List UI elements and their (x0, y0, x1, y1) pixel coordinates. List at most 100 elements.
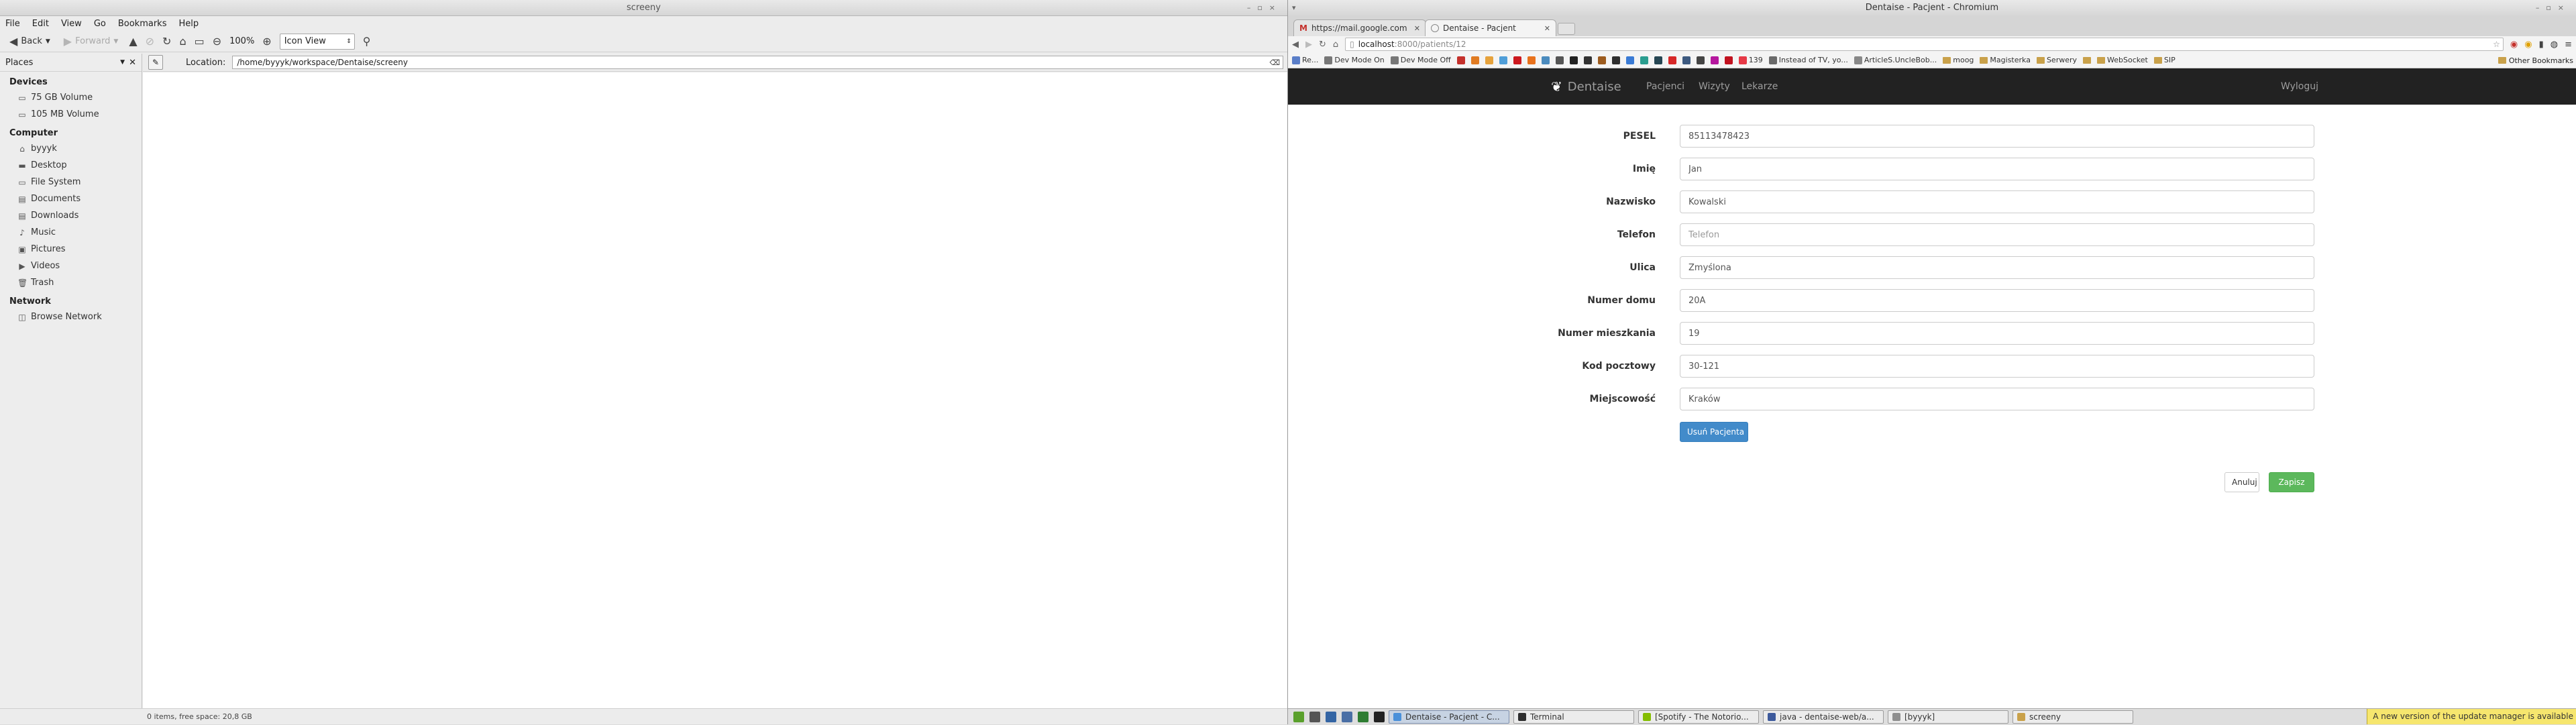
menu-view[interactable]: View (61, 19, 82, 29)
menu-edit[interactable]: Edit (32, 19, 49, 29)
menu-icon[interactable]: ≡ (2565, 40, 2572, 50)
window-controls[interactable]: –▫× (2536, 0, 2571, 16)
window-menu-icon[interactable]: ▾ (1292, 0, 1296, 16)
menu-go[interactable]: Go (94, 19, 106, 29)
chevron-down-icon[interactable]: ▼ (113, 38, 118, 45)
launcher-icon[interactable] (1342, 711, 1352, 722)
bookmark-item[interactable] (1541, 56, 1550, 64)
taskbar-window-button[interactable]: screeny (2012, 710, 2133, 724)
bookmark-folder[interactable]: Magisterka (1980, 56, 2031, 64)
view-mode-select[interactable]: Icon View ⇕ (279, 33, 355, 50)
save-button[interactable]: Zapisz (2269, 472, 2314, 492)
sidebar-item-music[interactable]: ♪ Music (0, 224, 142, 241)
bookmark-item[interactable] (1611, 56, 1620, 64)
taskbar-window-button[interactable]: Terminal (1513, 710, 1634, 724)
launcher-icon[interactable] (1293, 711, 1304, 722)
launcher-icon[interactable] (1309, 711, 1320, 722)
sidebar-item-pictures[interactable]: ▣ Pictures (0, 241, 142, 258)
nav-link-lekarze[interactable]: Lekarze (1741, 68, 1778, 105)
bookmark-item[interactable] (1499, 56, 1507, 64)
bookmark-item[interactable] (1625, 56, 1634, 64)
delete-patient-button[interactable]: Usuń Pacjenta (1680, 422, 1748, 442)
stop-icon[interactable]: ⊘ (146, 35, 154, 48)
taskbar-window-button[interactable]: java - dentaise-web/a... (1763, 710, 1884, 724)
bookmark-item[interactable] (1485, 56, 1493, 64)
file-view-area[interactable] (143, 72, 1287, 708)
sidebar-item-videos[interactable]: ▶ Videos (0, 258, 142, 274)
nav-link-wizyty[interactable]: Wizyty (1699, 68, 1730, 105)
window-controls[interactable]: –▫× (1247, 0, 1282, 16)
bookmark-item[interactable] (1696, 56, 1705, 64)
sidebar-item-browse-network[interactable]: ◫ Browse Network (0, 309, 142, 325)
bookmark-item[interactable]: Dev Mode On (1324, 56, 1385, 64)
close-icon[interactable]: ✕ (1544, 24, 1550, 33)
bookmark-item[interactable] (1668, 56, 1676, 64)
sidebar-item-documents[interactable]: ▤ Documents (0, 190, 142, 207)
bookmark-item[interactable]: Instead of TV, yo... (1768, 56, 1848, 64)
back-arrow-icon[interactable]: ◀ (1292, 40, 1299, 50)
launcher-icon[interactable] (1374, 711, 1385, 722)
launcher-icon[interactable] (1326, 711, 1336, 722)
bookmark-item[interactable]: ArticleS.UncleBob... (1854, 56, 1937, 64)
toggle-location-button[interactable]: ✎ (148, 55, 163, 70)
home-icon[interactable]: ⌂ (179, 35, 186, 48)
up-arrow-icon[interactable]: ▲ (129, 35, 137, 48)
sidebar-item-file-system[interactable]: ▭ File System (0, 174, 142, 190)
pesel-field[interactable] (1680, 125, 2314, 148)
chevron-down-icon[interactable]: ▼ (46, 38, 50, 45)
sidebar-item-105mb-volume[interactable]: ▭ 105 MB Volume (0, 106, 142, 123)
close-icon[interactable]: ✕ (1414, 24, 1420, 33)
sidebar-item-trash[interactable]: 🗑 Trash (0, 274, 142, 291)
bookmark-folder[interactable]: WebSocket (2097, 56, 2148, 64)
launcher-icon[interactable] (1358, 711, 1368, 722)
city-field[interactable] (1680, 388, 2314, 410)
zoom-out-icon[interactable]: ⊖ (213, 35, 221, 48)
reload-icon[interactable]: ↻ (162, 35, 171, 48)
reload-icon[interactable]: ↻ (1319, 40, 1326, 50)
bookmark-folder[interactable]: moog (1943, 56, 1974, 64)
bookmark-folder[interactable]: Serwery (2036, 56, 2077, 64)
tab-dentaise[interactable]: Dentaise - Pacjent ✕ (1425, 19, 1556, 36)
last-name-field[interactable] (1680, 190, 2314, 213)
bookmark-item[interactable] (1640, 56, 1648, 64)
location-input[interactable]: /home/byyyk/workspace/Dentaise/screeny ⌫ (232, 56, 1283, 69)
computer-icon[interactable]: ▭ (195, 35, 205, 48)
bookmark-item[interactable]: Re... (1292, 56, 1318, 64)
star-icon[interactable]: ☆ (2493, 40, 2503, 49)
taskbar-window-button[interactable]: [Spotify - The Notorio... (1638, 710, 1759, 724)
forward-arrow-icon[interactable]: ▶ (1305, 40, 1312, 50)
postal-code-field[interactable] (1680, 355, 2314, 378)
menu-help[interactable]: Help (178, 19, 199, 29)
bookmark-item[interactable] (1724, 56, 1733, 64)
tab-gmail[interactable]: M https://mail.google.com ✕ (1293, 19, 1426, 36)
street-field[interactable] (1680, 256, 2314, 279)
taskbar-window-button[interactable]: [byyyk] (1888, 710, 2008, 724)
bookmark-item[interactable] (1569, 56, 1578, 64)
bookmark-item[interactable] (1583, 56, 1592, 64)
extension-icon[interactable]: ◉ (2510, 40, 2518, 50)
zoom-in-icon[interactable]: ⊕ (262, 35, 271, 48)
nav-link-pacjenci[interactable]: Pacjenci (1646, 68, 1684, 105)
sidebar-item-home[interactable]: ⌂ byyyk (0, 140, 142, 157)
other-bookmarks[interactable]: Other Bookmarks (2492, 52, 2573, 68)
bookmark-item[interactable] (1597, 56, 1606, 64)
bookmark-item[interactable] (1710, 56, 1719, 64)
bookmark-item[interactable] (1555, 56, 1564, 64)
extension-icon[interactable]: ◉ (2524, 40, 2532, 50)
bookmark-folder[interactable]: SIP (2153, 56, 2176, 64)
new-tab-button[interactable] (1558, 23, 1575, 35)
first-name-field[interactable] (1680, 158, 2314, 180)
bookmark-item[interactable] (1456, 56, 1465, 64)
close-icon[interactable]: ✕ (129, 58, 136, 68)
house-number-field[interactable] (1680, 289, 2314, 312)
chevron-down-icon[interactable]: ▼ (120, 59, 125, 66)
extension-icon[interactable]: ▮ (2539, 40, 2544, 50)
menu-file[interactable]: File (5, 19, 20, 29)
sidebar-item-desktop[interactable]: ▬ Desktop (0, 157, 142, 174)
phone-field[interactable] (1680, 223, 2314, 246)
update-notification[interactable]: A new version of the update manager is a… (2367, 709, 2576, 724)
menu-bookmarks[interactable]: Bookmarks (118, 19, 167, 29)
brand-link[interactable]: ❦ Dentaise (1551, 68, 1621, 105)
bookmark-item[interactable] (1527, 56, 1536, 64)
bookmark-item[interactable] (1513, 56, 1521, 64)
